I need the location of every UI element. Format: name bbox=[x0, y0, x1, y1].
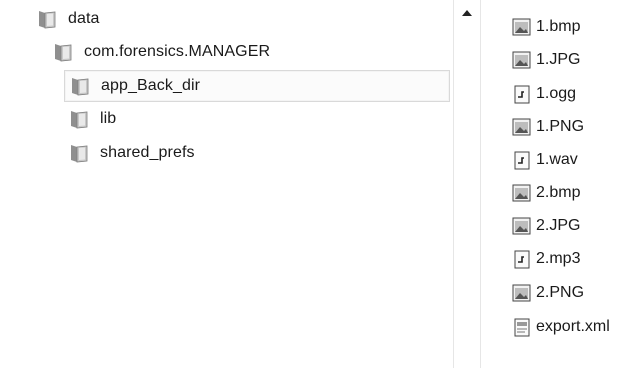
tree-item-app-back-dir[interactable]: app_Back_dir bbox=[64, 70, 450, 102]
image-file-icon bbox=[512, 18, 531, 36]
folder-icon bbox=[39, 11, 56, 29]
audio-file-icon bbox=[514, 151, 530, 170]
folder-icon bbox=[71, 145, 88, 163]
file-item[interactable]: 1.bmp bbox=[511, 13, 580, 41]
file-item[interactable]: export.xml bbox=[511, 313, 610, 341]
file-item[interactable]: 1.ogg bbox=[511, 80, 576, 108]
tree-item-lib[interactable]: lib bbox=[68, 103, 116, 135]
tree-item-com-forensics-manager[interactable]: com.forensics.MANAGER bbox=[52, 36, 270, 68]
audio-file-icon bbox=[514, 85, 530, 104]
file-item-label: 1.JPG bbox=[536, 51, 581, 68]
image-file-icon bbox=[512, 118, 531, 136]
tree-item-data[interactable]: data bbox=[36, 3, 100, 35]
file-item[interactable]: 1.wav bbox=[511, 146, 578, 174]
file-item[interactable]: 1.JPG bbox=[511, 46, 580, 74]
tree-item-label: data bbox=[68, 10, 100, 27]
folder-icon bbox=[72, 78, 89, 96]
file-item-label: 2.PNG bbox=[536, 284, 585, 301]
file-item[interactable]: 2.JPG bbox=[511, 212, 580, 240]
tree-scrollbar[interactable] bbox=[453, 0, 481, 368]
file-list: 1.bmp 1.JPG 1.ogg 1.PNG 1.wav 2.bmp 2.JP… bbox=[481, 0, 635, 368]
file-item-label: 2.JPG bbox=[536, 217, 581, 234]
folder-icon bbox=[55, 44, 72, 62]
tree-item-label: lib bbox=[100, 110, 117, 127]
folder-icon bbox=[71, 111, 88, 129]
tree-item-label: com.forensics.MANAGER bbox=[84, 43, 271, 60]
file-item[interactable]: 2.mp3 bbox=[511, 245, 580, 273]
file-item-label: 1.ogg bbox=[536, 85, 577, 102]
file-item-label: 1.wav bbox=[536, 151, 578, 168]
image-file-icon bbox=[512, 217, 531, 235]
tree-item-label: app_Back_dir bbox=[101, 77, 201, 94]
image-file-icon bbox=[512, 51, 531, 69]
file-item-label: 1.bmp bbox=[536, 18, 581, 35]
file-item-label: 2.mp3 bbox=[536, 250, 581, 267]
image-file-icon bbox=[512, 184, 531, 202]
file-item[interactable]: 2.PNG bbox=[511, 279, 584, 307]
file-item-label: 1.PNG bbox=[536, 118, 585, 135]
tree-item-shared-prefs[interactable]: shared_prefs bbox=[68, 137, 195, 169]
folder-tree: data com.forensics.MANAGER app_Back_dir … bbox=[0, 0, 453, 368]
file-item[interactable]: 1.PNG bbox=[511, 113, 584, 141]
image-file-icon bbox=[512, 284, 531, 302]
file-item-label: export.xml bbox=[536, 318, 610, 335]
tree-item-label: shared_prefs bbox=[100, 144, 195, 161]
scroll-up-arrow-icon[interactable] bbox=[462, 10, 472, 16]
xml-file-icon bbox=[514, 318, 530, 337]
file-item[interactable]: 2.bmp bbox=[511, 179, 580, 207]
file-item-label: 2.bmp bbox=[536, 184, 581, 201]
audio-file-icon bbox=[514, 250, 530, 269]
